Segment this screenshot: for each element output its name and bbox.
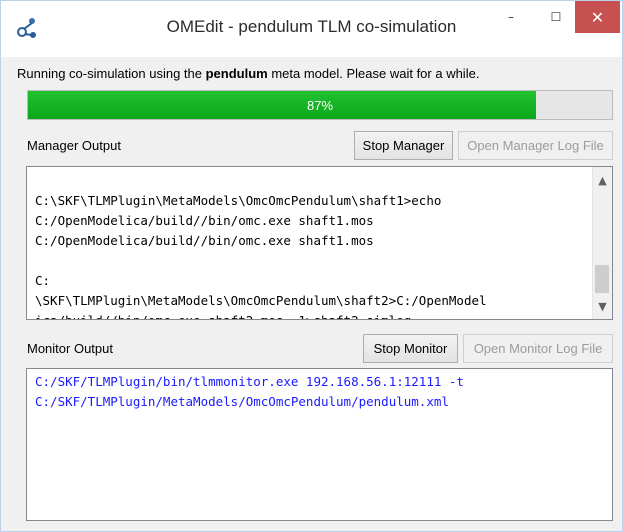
progress-bar: 87%: [27, 90, 613, 120]
manager-output-textbox[interactable]: C:\SKF\TLMPlugin\MetaModels\OmcOmcPendul…: [26, 166, 613, 320]
status-model-name: pendulum: [205, 66, 268, 81]
progress-label: 87%: [306, 98, 334, 113]
scroll-down-icon[interactable]: ▼: [593, 297, 612, 315]
title-bar[interactable]: OMEdit - pendulum TLM co-simulation – ☐ …: [1, 1, 622, 57]
scroll-up-icon[interactable]: ▲: [593, 171, 612, 189]
maximize-button[interactable]: ☐: [533, 1, 579, 33]
manager-output-label: Manager Output: [27, 138, 121, 153]
status-message: Running co-simulation using the pendulum…: [17, 66, 479, 81]
monitor-output-textbox[interactable]: C:/SKF/TLMPlugin/bin/tlmmonitor.exe 192.…: [26, 368, 613, 521]
open-manager-log-button[interactable]: Open Manager Log File: [458, 131, 613, 160]
status-suffix: meta model. Please wait for a while.: [267, 66, 480, 81]
manager-output-scrollbar[interactable]: ▲ ▼: [592, 167, 612, 319]
minimize-button[interactable]: –: [488, 1, 534, 33]
dialog-window: OMEdit - pendulum TLM co-simulation – ☐ …: [0, 0, 623, 532]
manager-output-text: C:\SKF\TLMPlugin\MetaModels\OmcOmcPendul…: [35, 193, 487, 319]
monitor-output-label: Monitor Output: [27, 341, 113, 356]
stop-monitor-button[interactable]: Stop Monitor: [363, 334, 458, 363]
close-button[interactable]: ✕: [575, 1, 620, 33]
monitor-output-text: C:/SKF/TLMPlugin/bin/tlmmonitor.exe 192.…: [35, 374, 464, 409]
open-monitor-log-button[interactable]: Open Monitor Log File: [463, 334, 613, 363]
scroll-thumb[interactable]: [595, 265, 609, 293]
stop-manager-button[interactable]: Stop Manager: [354, 131, 453, 160]
status-prefix: Running co-simulation using the: [17, 66, 206, 81]
